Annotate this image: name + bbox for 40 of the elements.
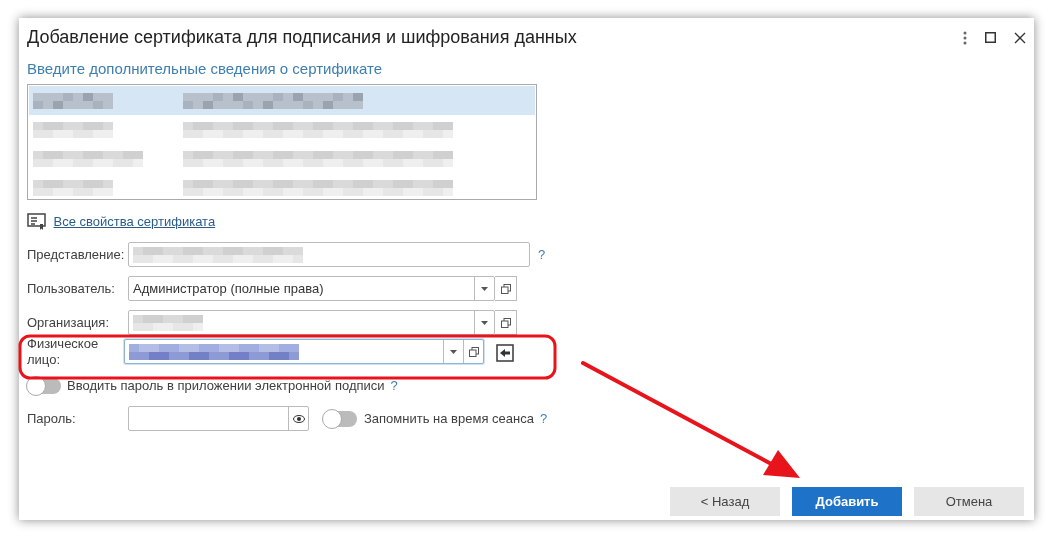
caret-icon [481,320,488,325]
toggle-label: Запомнить на время сеанса [364,410,534,429]
field-value: Администратор (полные права) [133,280,324,299]
open-window-icon [500,317,511,328]
more-icon[interactable] [963,30,967,45]
section-heading: Введите дополнительные сведения о сертификате [27,58,384,79]
eye-icon [292,414,305,423]
help-icon[interactable]: ? [539,409,548,429]
close-icon[interactable] [1014,31,1026,44]
maximize-icon[interactable] [985,32,996,44]
back-button[interactable]: < Назад [670,487,780,516]
window-title: Добавление сертификата для подписания и шифрования данных [27,28,577,48]
cancel-button[interactable]: Отмена [914,487,1024,516]
table-row[interactable] [29,86,535,116]
open-button[interactable] [495,310,517,336]
toggle-switch[interactable] [323,410,357,427]
password-field[interactable] [128,406,309,432]
open-window-icon [500,283,511,294]
field-label: Пользователь: [27,280,116,299]
help-icon[interactable]: ? [390,376,398,396]
field-label: Пароль: [27,410,77,429]
field-label: Физическое лицо: [27,335,100,369]
all-properties-link[interactable]: Все свойства сертификата [53,212,216,232]
select-field[interactable]: Администратор (полные права) [128,276,495,302]
select-field[interactable] [128,310,495,336]
open-button[interactable] [495,276,517,302]
input-field[interactable] [128,242,530,268]
arrow-left-icon [496,343,514,362]
field-label: Организация: [27,314,111,333]
toggle-label: Вводить пароль в приложении электронной подписи [67,377,385,396]
add-button[interactable]: Добавить [792,487,902,516]
certificate-icon [27,213,47,232]
select-field[interactable] [124,339,484,365]
select-from-list-button[interactable] [496,342,514,362]
help-icon[interactable]: ? [538,245,546,265]
show-password-button[interactable] [288,407,308,431]
field-label: Представление: [27,246,126,265]
open-window-icon [468,346,479,357]
caret-icon [481,286,488,291]
caret-icon [450,349,457,354]
